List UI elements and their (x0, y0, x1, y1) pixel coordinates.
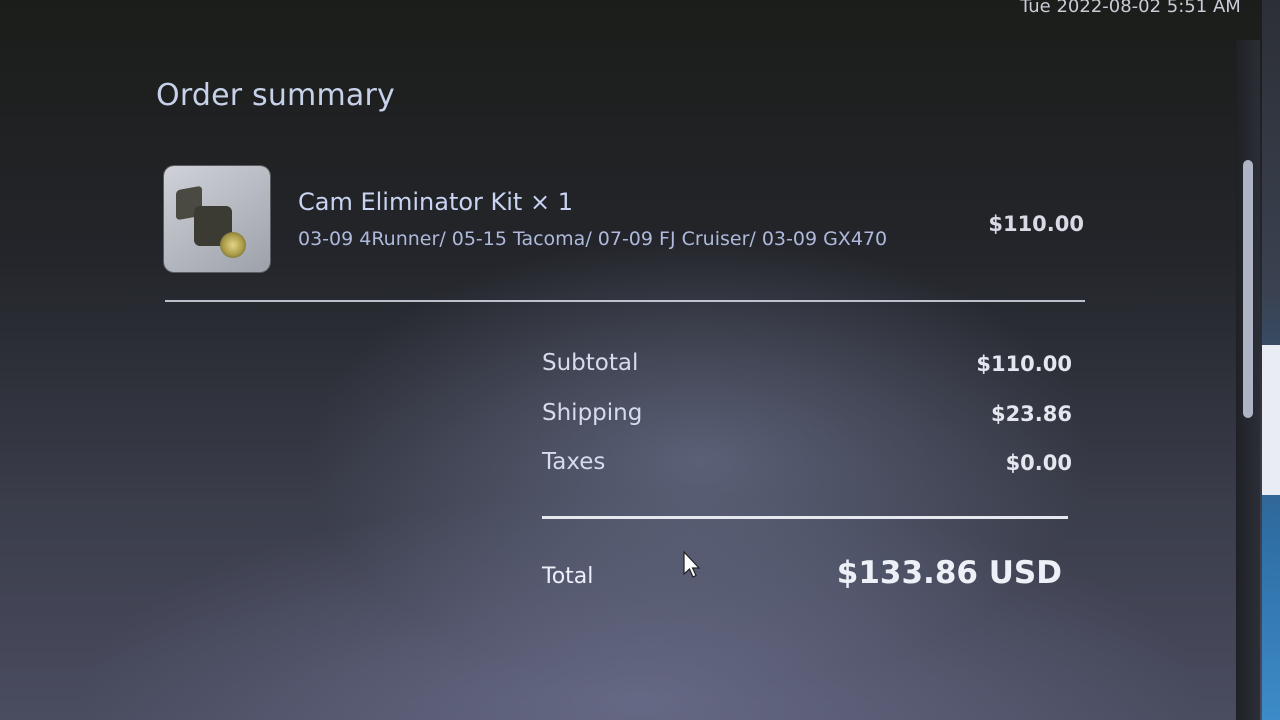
summary-label: Taxes (542, 449, 606, 475)
summary-value: $110.00 (976, 352, 1072, 376)
adjacent-window-content (1262, 345, 1280, 495)
product-price: $110.00 (988, 212, 1084, 236)
mouse-cursor-icon (683, 550, 701, 578)
summary-value: $23.86 (990, 402, 1072, 426)
product-description: 03-09 4Runner/ 05-15 Tacoma/ 07-09 FJ Cr… (298, 228, 888, 250)
total-value: $133.86 USD (836, 555, 1062, 591)
adjacent-window-edge (1262, 0, 1280, 720)
product-name: Cam Eliminator Kit × 1 (298, 188, 573, 216)
product-thumbnail (164, 166, 270, 272)
summary-label: Subtotal (542, 350, 639, 376)
product-bolt-shape (220, 232, 246, 258)
summary-row-taxes: Taxes $0.00 (542, 449, 1072, 481)
divider (542, 516, 1068, 519)
summary-row-shipping: Shipping $23.86 (542, 400, 1072, 432)
total-label: Total (542, 564, 594, 589)
scrollbar-thumb[interactable] (1243, 160, 1253, 418)
page-title: Order summary (156, 78, 395, 113)
system-timestamp: Tue 2022-08-02 5:51 AM (1020, 0, 1241, 17)
divider (165, 300, 1085, 302)
summary-value: $0.00 (1005, 451, 1072, 475)
summary-row-subtotal: Subtotal $110.00 (542, 350, 1072, 382)
summary-label: Shipping (542, 400, 643, 426)
